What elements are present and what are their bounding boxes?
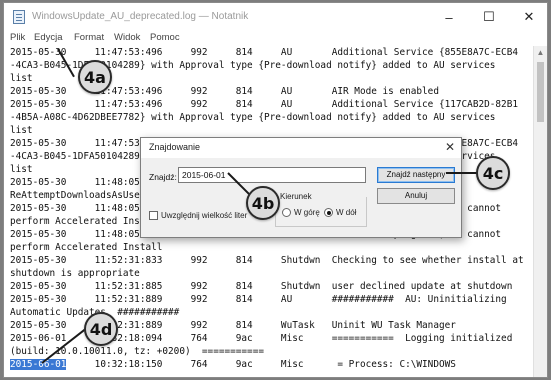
log-line: list — [10, 125, 33, 136]
log-line: list — [10, 164, 33, 175]
maximize-button[interactable]: ☐ — [469, 3, 509, 31]
direction-down-radio[interactable] — [324, 208, 333, 217]
log-line-rest: 10:32:18:150 764 9ac Misc = Process: C:\… — [66, 359, 456, 370]
log-line: 2015-05-30 11:47:53:496 992 814 AU Addit… — [10, 99, 518, 110]
log-line: list — [10, 73, 33, 84]
menu-file[interactable]: Plik — [10, 32, 25, 43]
scroll-thumb[interactable] — [537, 62, 544, 122]
scroll-up-arrow-icon[interactable]: ▲ — [534, 46, 547, 60]
direction-up-label: W górę — [294, 208, 320, 217]
find-next-button[interactable]: Znajdź następny — [377, 167, 455, 183]
log-line: 2015-05-30 11:52:31:833 992 814 Shutdwn … — [10, 255, 524, 266]
callout-4b: 4b — [246, 186, 280, 220]
log-line: 2015-05-30 11:47:53:496 992 814 AU Addit… — [10, 47, 518, 58]
log-line: ReAttemptDownloadsAsUser — [10, 190, 146, 201]
log-line: 2015-05-30 11:47:53:496 992 814 AU AIR M… — [10, 86, 439, 97]
dialog-title-bar[interactable]: Znajdowanie ✕ — [141, 138, 461, 158]
callout-4a: 4a — [78, 60, 112, 94]
log-line: shutdown is appropriate — [10, 268, 140, 279]
log-line: 2015-05-30 11:52:31:889 992 814 AU #####… — [10, 294, 507, 305]
menu-format[interactable]: Format — [74, 32, 104, 43]
direction-down-label: W dół — [336, 208, 357, 217]
callout-4c: 4c — [476, 156, 510, 190]
notepad-icon — [13, 10, 25, 24]
menu-bar: Plik Edycja Format Widok Pomoc — [4, 31, 547, 45]
log-line: perform Accelerated Install — [10, 242, 163, 253]
dialog-title: Znajdowanie — [149, 142, 201, 152]
window-title: WindowsUpdate_AU_deprecated.log — Notatn… — [32, 11, 249, 22]
direction-up-radio[interactable] — [282, 208, 291, 217]
selected-match: 2015-06-01 — [10, 359, 67, 370]
find-label: Znajdź: — [149, 172, 177, 182]
close-button[interactable]: ✕ — [509, 3, 547, 31]
log-line: 2015-05-30 11:52:31:889 992 814 WuTask U… — [10, 320, 456, 331]
callout-line-4c — [446, 172, 480, 174]
menu-edit[interactable]: Edycja — [34, 32, 63, 43]
menu-view[interactable]: Widok — [114, 32, 140, 43]
find-input[interactable]: 2015-06-01 — [178, 167, 366, 183]
log-line: -4B5A-A08C-4D62DBEE7782} with Approval t… — [10, 112, 496, 123]
log-line: 2015-05-30 11:52:31:885 992 814 Shutdwn … — [10, 281, 513, 292]
menu-help[interactable]: Pomoc — [150, 32, 180, 43]
match-case-checkbox[interactable] — [149, 211, 158, 220]
title-bar[interactable]: WindowsUpdate_AU_deprecated.log — Notatn… — [4, 3, 547, 31]
callout-4d: 4d — [84, 312, 118, 346]
find-dialog: Znajdowanie ✕ Znajdź: 2015-06-01 Znajdź … — [140, 137, 462, 238]
dialog-close-button[interactable]: ✕ — [445, 140, 455, 154]
vertical-scrollbar[interactable]: ▲ — [533, 46, 547, 377]
cancel-button[interactable]: Anuluj — [377, 188, 455, 204]
log-line-selected: 2015-06-01 10:32:18:150 764 9ac Misc = P… — [10, 358, 456, 371]
minimize-button[interactable]: – — [429, 3, 469, 31]
match-case-label: Uwzględnij wielkość liter — [161, 211, 248, 220]
